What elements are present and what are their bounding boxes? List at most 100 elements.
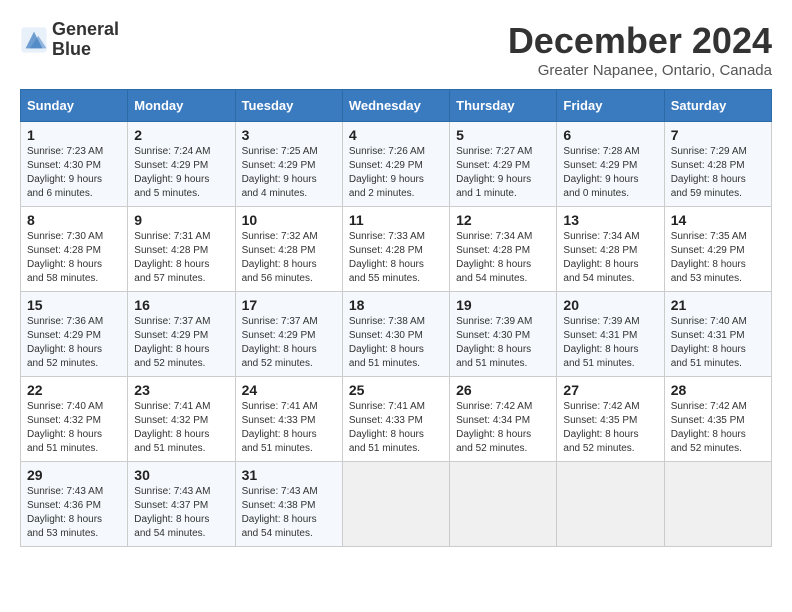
- header-cell-thursday: Thursday: [450, 90, 557, 122]
- calendar-cell: [557, 462, 664, 547]
- day-number: 18: [349, 297, 443, 313]
- sunset-label: Sunset: 4:30 PM: [349, 330, 423, 341]
- sunrise-label: Sunrise: 7:35 AM: [671, 231, 747, 242]
- sunset-label: Sunset: 4:28 PM: [456, 245, 530, 256]
- daylight-label: Daylight: 8 hours and 55 minutes.: [349, 259, 424, 284]
- sunrise-label: Sunrise: 7:28 AM: [563, 146, 639, 157]
- daylight-label: Daylight: 9 hours and 1 minute.: [456, 174, 531, 199]
- calendar-header: SundayMondayTuesdayWednesdayThursdayFrid…: [21, 90, 772, 122]
- day-info: Sunrise: 7:28 AM Sunset: 4:29 PM Dayligh…: [563, 145, 657, 201]
- sunrise-label: Sunrise: 7:34 AM: [456, 231, 532, 242]
- calendar-body: 1 Sunrise: 7:23 AM Sunset: 4:30 PM Dayli…: [21, 122, 772, 547]
- day-info: Sunrise: 7:35 AM Sunset: 4:29 PM Dayligh…: [671, 230, 765, 286]
- day-number: 29: [27, 467, 121, 483]
- sunrise-label: Sunrise: 7:33 AM: [349, 231, 425, 242]
- calendar-cell: 21 Sunrise: 7:40 AM Sunset: 4:31 PM Dayl…: [664, 292, 771, 377]
- day-info: Sunrise: 7:37 AM Sunset: 4:29 PM Dayligh…: [134, 315, 228, 371]
- calendar-cell: 6 Sunrise: 7:28 AM Sunset: 4:29 PM Dayli…: [557, 122, 664, 207]
- day-info: Sunrise: 7:33 AM Sunset: 4:28 PM Dayligh…: [349, 230, 443, 286]
- calendar-cell: 29 Sunrise: 7:43 AM Sunset: 4:36 PM Dayl…: [21, 462, 128, 547]
- sunset-label: Sunset: 4:29 PM: [27, 330, 101, 341]
- daylight-label: Daylight: 8 hours and 54 minutes.: [134, 514, 209, 539]
- day-info: Sunrise: 7:32 AM Sunset: 4:28 PM Dayligh…: [242, 230, 336, 286]
- calendar-cell: 17 Sunrise: 7:37 AM Sunset: 4:29 PM Dayl…: [235, 292, 342, 377]
- daylight-label: Daylight: 8 hours and 51 minutes.: [242, 429, 317, 454]
- sunrise-label: Sunrise: 7:34 AM: [563, 231, 639, 242]
- week-row-1: 1 Sunrise: 7:23 AM Sunset: 4:30 PM Dayli…: [21, 122, 772, 207]
- calendar-cell: 9 Sunrise: 7:31 AM Sunset: 4:28 PM Dayli…: [128, 207, 235, 292]
- calendar-cell: 24 Sunrise: 7:41 AM Sunset: 4:33 PM Dayl…: [235, 377, 342, 462]
- sunrise-label: Sunrise: 7:42 AM: [563, 401, 639, 412]
- daylight-label: Daylight: 8 hours and 51 minutes.: [349, 344, 424, 369]
- sunrise-label: Sunrise: 7:43 AM: [27, 486, 103, 497]
- day-info: Sunrise: 7:40 AM Sunset: 4:31 PM Dayligh…: [671, 315, 765, 371]
- daylight-label: Daylight: 8 hours and 51 minutes.: [563, 344, 638, 369]
- calendar-cell: 11 Sunrise: 7:33 AM Sunset: 4:28 PM Dayl…: [342, 207, 449, 292]
- sunrise-label: Sunrise: 7:38 AM: [349, 316, 425, 327]
- day-number: 4: [349, 127, 443, 143]
- sunrise-label: Sunrise: 7:40 AM: [671, 316, 747, 327]
- day-info: Sunrise: 7:31 AM Sunset: 4:28 PM Dayligh…: [134, 230, 228, 286]
- daylight-label: Daylight: 8 hours and 52 minutes.: [134, 344, 209, 369]
- day-number: 25: [349, 382, 443, 398]
- calendar-cell: 13 Sunrise: 7:34 AM Sunset: 4:28 PM Dayl…: [557, 207, 664, 292]
- sunrise-label: Sunrise: 7:42 AM: [456, 401, 532, 412]
- calendar-cell: 27 Sunrise: 7:42 AM Sunset: 4:35 PM Dayl…: [557, 377, 664, 462]
- sunrise-label: Sunrise: 7:30 AM: [27, 231, 103, 242]
- day-number: 27: [563, 382, 657, 398]
- day-info: Sunrise: 7:25 AM Sunset: 4:29 PM Dayligh…: [242, 145, 336, 201]
- day-info: Sunrise: 7:43 AM Sunset: 4:38 PM Dayligh…: [242, 485, 336, 541]
- day-number: 24: [242, 382, 336, 398]
- logo: General Blue: [20, 20, 119, 60]
- header: General Blue December 2024 Greater Napan…: [20, 20, 772, 79]
- sunrise-label: Sunrise: 7:29 AM: [671, 146, 747, 157]
- daylight-label: Daylight: 8 hours and 54 minutes.: [456, 259, 531, 284]
- daylight-label: Daylight: 8 hours and 51 minutes.: [349, 429, 424, 454]
- week-row-5: 29 Sunrise: 7:43 AM Sunset: 4:36 PM Dayl…: [21, 462, 772, 547]
- calendar-cell: 5 Sunrise: 7:27 AM Sunset: 4:29 PM Dayli…: [450, 122, 557, 207]
- logo-icon: [20, 26, 48, 54]
- sunrise-label: Sunrise: 7:41 AM: [134, 401, 210, 412]
- week-row-3: 15 Sunrise: 7:36 AM Sunset: 4:29 PM Dayl…: [21, 292, 772, 377]
- day-number: 28: [671, 382, 765, 398]
- day-number: 7: [671, 127, 765, 143]
- header-cell-saturday: Saturday: [664, 90, 771, 122]
- day-number: 1: [27, 127, 121, 143]
- day-number: 17: [242, 297, 336, 313]
- sunrise-label: Sunrise: 7:41 AM: [242, 401, 318, 412]
- sunset-label: Sunset: 4:32 PM: [134, 415, 208, 426]
- day-info: Sunrise: 7:41 AM Sunset: 4:32 PM Dayligh…: [134, 400, 228, 456]
- daylight-label: Daylight: 8 hours and 58 minutes.: [27, 259, 102, 284]
- day-info: Sunrise: 7:23 AM Sunset: 4:30 PM Dayligh…: [27, 145, 121, 201]
- day-info: Sunrise: 7:37 AM Sunset: 4:29 PM Dayligh…: [242, 315, 336, 371]
- day-number: 8: [27, 212, 121, 228]
- day-info: Sunrise: 7:24 AM Sunset: 4:29 PM Dayligh…: [134, 145, 228, 201]
- daylight-label: Daylight: 8 hours and 57 minutes.: [134, 259, 209, 284]
- sunset-label: Sunset: 4:28 PM: [349, 245, 423, 256]
- day-number: 2: [134, 127, 228, 143]
- sunrise-label: Sunrise: 7:43 AM: [134, 486, 210, 497]
- day-number: 10: [242, 212, 336, 228]
- sunset-label: Sunset: 4:33 PM: [242, 415, 316, 426]
- sunset-label: Sunset: 4:33 PM: [349, 415, 423, 426]
- day-info: Sunrise: 7:39 AM Sunset: 4:30 PM Dayligh…: [456, 315, 550, 371]
- daylight-label: Daylight: 8 hours and 54 minutes.: [242, 514, 317, 539]
- day-info: Sunrise: 7:41 AM Sunset: 4:33 PM Dayligh…: [242, 400, 336, 456]
- sunset-label: Sunset: 4:29 PM: [671, 245, 745, 256]
- day-info: Sunrise: 7:29 AM Sunset: 4:28 PM Dayligh…: [671, 145, 765, 201]
- calendar-table: SundayMondayTuesdayWednesdayThursdayFrid…: [20, 89, 772, 547]
- daylight-label: Daylight: 8 hours and 53 minutes.: [27, 514, 102, 539]
- sunset-label: Sunset: 4:29 PM: [242, 330, 316, 341]
- day-info: Sunrise: 7:38 AM Sunset: 4:30 PM Dayligh…: [349, 315, 443, 371]
- calendar-cell: 4 Sunrise: 7:26 AM Sunset: 4:29 PM Dayli…: [342, 122, 449, 207]
- day-number: 5: [456, 127, 550, 143]
- day-number: 22: [27, 382, 121, 398]
- sunrise-label: Sunrise: 7:25 AM: [242, 146, 318, 157]
- daylight-label: Daylight: 8 hours and 51 minutes.: [27, 429, 102, 454]
- header-cell-sunday: Sunday: [21, 90, 128, 122]
- sunrise-label: Sunrise: 7:40 AM: [27, 401, 103, 412]
- day-number: 15: [27, 297, 121, 313]
- sunset-label: Sunset: 4:32 PM: [27, 415, 101, 426]
- day-info: Sunrise: 7:42 AM Sunset: 4:35 PM Dayligh…: [563, 400, 657, 456]
- calendar-cell: 14 Sunrise: 7:35 AM Sunset: 4:29 PM Dayl…: [664, 207, 771, 292]
